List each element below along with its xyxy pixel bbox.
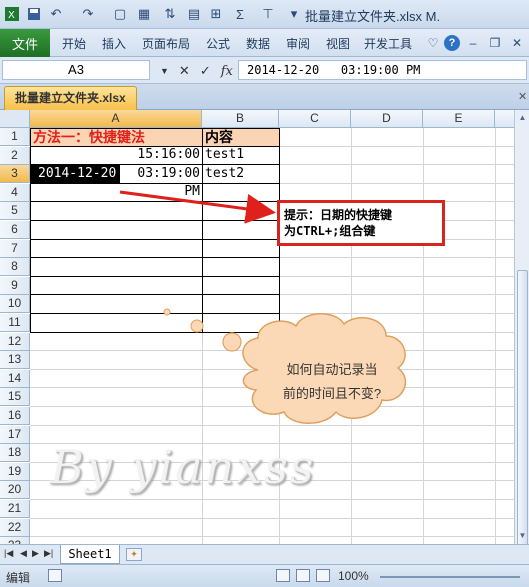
tab-developer[interactable]: 开发工具 xyxy=(364,35,412,52)
close-icon[interactable]: ✕ xyxy=(508,34,526,52)
workbook-tab-bar: 批量建立文件夹.xlsx ✕ xyxy=(0,84,529,110)
status-bar: 编辑 100% xyxy=(0,564,529,587)
help-icon[interactable]: ? xyxy=(444,35,460,51)
ribbon-collapse-icon[interactable]: ♡ xyxy=(424,34,442,52)
workbook-close-icon[interactable]: ✕ xyxy=(518,90,527,103)
sheet-tab-bar: |◀ ◀ ▶ ▶| Sheet1 ✦ xyxy=(0,544,529,564)
svg-text:X: X xyxy=(8,10,15,21)
last-sheet-icon[interactable]: ▶| xyxy=(44,548,53,559)
ribbon-tabs: 文件 开始 插入 页面布局 公式 数据 审阅 视图 开发工具 ♡ ? – ❐ ✕ xyxy=(0,29,529,57)
tab-page-layout[interactable]: 页面布局 xyxy=(142,35,190,52)
scroll-up-icon[interactable]: ▲ xyxy=(517,112,528,123)
next-sheet-icon[interactable]: ▶ xyxy=(32,548,39,559)
scroll-thumb[interactable] xyxy=(517,270,528,570)
formula-bar: A3 ▼ ✕ ✓ fx 2014-12-20 03:19:00 PM xyxy=(0,57,529,84)
sheet-tab-sheet1[interactable]: Sheet1 xyxy=(60,545,120,564)
table-icon[interactable]: ▤ xyxy=(184,4,204,24)
tab-review[interactable]: 审阅 xyxy=(286,35,310,52)
zoom-level[interactable]: 100% xyxy=(338,569,369,583)
align-icon[interactable]: ⊤ xyxy=(258,4,278,24)
normal-view-icon[interactable] xyxy=(276,569,290,582)
window-title: 批量建立文件夹.xlsx M. xyxy=(305,9,441,24)
name-box-dropdown-icon[interactable]: ▼ xyxy=(160,66,169,76)
tab-view[interactable]: 视图 xyxy=(326,35,350,52)
tab-insert[interactable]: 插入 xyxy=(102,35,126,52)
excel-logo-icon[interactable]: X xyxy=(2,4,22,24)
redo-icon[interactable]: ↷ xyxy=(78,4,98,24)
customize-toolbar-icon[interactable]: ▾ xyxy=(284,4,304,24)
worksheet-grid[interactable]: A B C D E 1 2 3 4 5 6 7 8 9 10 11 12 13 14 15 16 17 18 19 2… xyxy=(0,110,514,544)
page-break-view-icon[interactable] xyxy=(316,569,330,582)
cloud-text-line1: 如何自动记录当 xyxy=(286,362,378,377)
sort-icon[interactable]: ⇅ xyxy=(160,4,180,24)
borders-icon[interactable]: ⊞ xyxy=(206,4,226,24)
enter-icon[interactable]: ✓ xyxy=(200,63,211,79)
save-icon[interactable] xyxy=(24,4,44,24)
restore-icon[interactable]: ❐ xyxy=(486,34,504,52)
macro-record-icon[interactable] xyxy=(48,569,62,582)
print-preview-icon[interactable]: ▢ xyxy=(110,4,130,24)
sum-icon[interactable]: Σ xyxy=(230,4,250,24)
minimize-icon[interactable]: – xyxy=(464,34,482,52)
prev-sheet-icon[interactable]: ◀ xyxy=(20,548,27,559)
zoom-slider[interactable] xyxy=(380,576,520,578)
status-mode: 编辑 xyxy=(6,571,31,585)
first-sheet-icon[interactable]: |◀ xyxy=(4,548,13,559)
title-bar: X ↶ ↷ ▢ ▦ ⇅ ▤ ⊞ Σ ⊤ ▾ 批量建立文件夹.xlsx M. xyxy=(0,0,529,29)
vertical-scrollbar[interactable]: ▲ ▼ xyxy=(514,110,529,570)
insert-function-icon[interactable]: fx xyxy=(221,64,233,79)
cloud-text-line2: 前的时间且不变? xyxy=(282,386,382,401)
tip-note-line1: 提示：日期的快捷键 xyxy=(284,208,393,222)
formula-input[interactable]: 2014-12-20 03:19:00 PM xyxy=(238,60,527,80)
cancel-icon[interactable]: ✕ xyxy=(179,63,190,79)
tip-note-line2: 为CTRL+;组合键 xyxy=(284,224,376,238)
undo-icon[interactable]: ↶ xyxy=(46,4,66,24)
format-painter-icon[interactable]: ▦ xyxy=(134,4,154,24)
tab-data[interactable]: 数据 xyxy=(246,35,270,52)
name-box[interactable]: A3 xyxy=(2,60,150,80)
tab-file[interactable]: 文件 xyxy=(0,29,50,57)
tab-formulas[interactable]: 公式 xyxy=(206,35,230,52)
tip-note: 提示：日期的快捷键 为CTRL+;组合键 xyxy=(277,200,445,246)
workbook-tab[interactable]: 批量建立文件夹.xlsx xyxy=(4,86,137,110)
watermark: By yianxss xyxy=(50,440,316,494)
tab-home[interactable]: 开始 xyxy=(62,35,86,52)
scroll-down-icon[interactable]: ▼ xyxy=(517,530,528,541)
page-layout-view-icon[interactable] xyxy=(296,569,310,582)
insert-sheet-icon[interactable]: ✦ xyxy=(126,548,142,561)
